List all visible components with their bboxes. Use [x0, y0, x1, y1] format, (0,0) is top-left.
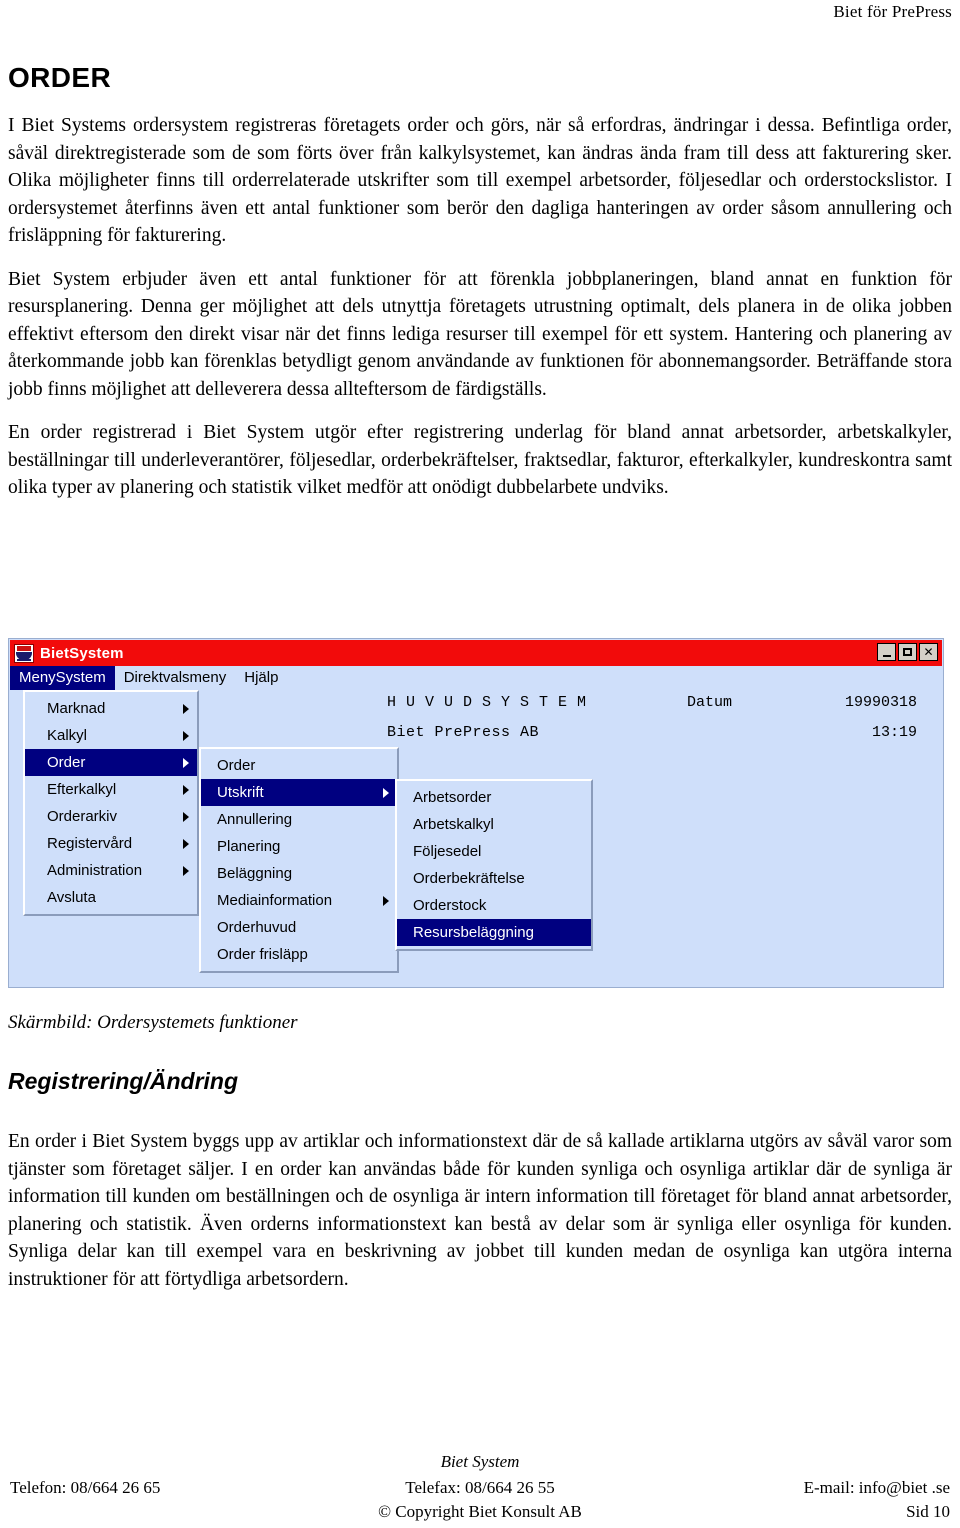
menu-item-label: Beläggning — [217, 865, 293, 882]
menu-item-label: Orderbekräftelse — [413, 870, 525, 887]
menu-item-order-sub[interactable]: Order — [201, 752, 397, 779]
menu-item-orderstock[interactable]: Orderstock — [397, 892, 591, 919]
menu-item-label: Registervård — [47, 835, 133, 852]
menu-item-belaggning[interactable]: Beläggning — [201, 860, 397, 887]
window-title: BietSystem — [40, 644, 124, 662]
menu-item-label: Utskrift — [217, 784, 264, 801]
running-header: Biet för PrePress — [833, 2, 952, 21]
footer-email: E-mail: info@biet .se — [803, 1478, 950, 1497]
menu-item-mediainformation[interactable]: Mediainformation — [201, 887, 397, 914]
section-title: Registrering/Ändring — [8, 1068, 239, 1094]
menu-item-label: Orderhuvud — [217, 919, 297, 936]
menu-item-registervard[interactable]: Registervård — [25, 830, 197, 857]
paragraph-3: En order registrerad i Biet System utgör… — [8, 422, 952, 498]
document-content-upper: ORDER I Biet Systems ordersystem registr… — [8, 62, 952, 518]
page-footer: Biet System Telefon: 08/664 26 65 Telefa… — [0, 1452, 960, 1528]
menu-item-arbetskalkyl[interactable]: Arbetskalkyl — [397, 811, 591, 838]
menu-item-order-frislapp[interactable]: Order frisläpp — [201, 941, 397, 968]
menu-item-label: Order — [47, 754, 86, 771]
minimize-button[interactable] — [877, 643, 896, 661]
client-info-area: H U V U D S Y S T E M Datum 19990318 Bie… — [387, 694, 935, 754]
figure-caption: Skärmbild: Ordersystemets funktioner — [8, 1012, 298, 1033]
client-company: Biet PrePress AB — [387, 724, 540, 741]
footer-brand: Biet System — [440, 1452, 520, 1471]
menu-item-arbetsorder[interactable]: Arbetsorder — [397, 784, 591, 811]
menu-item-label: Efterkalkyl — [47, 781, 117, 798]
footer-page-number: Sid 10 — [906, 1502, 950, 1521]
menu-item-label: Orderarkiv — [47, 808, 118, 825]
chevron-right-icon — [183, 730, 189, 741]
paragraph-4: En order i Biet System byggs upp av arti… — [8, 1131, 952, 1290]
menu-item-utskrift[interactable]: Utskrift — [201, 779, 397, 806]
menu-item-label: Följesedel — [413, 843, 482, 860]
menu-panel-level2: Order Utskrift Annullering Planering Bel… — [199, 747, 399, 973]
client-date-value: 19990318 — [844, 694, 917, 711]
menu-item-orderarkiv[interactable]: Orderarkiv — [25, 803, 197, 830]
page-title: ORDER — [8, 62, 112, 93]
menu-item-label: Planering — [217, 838, 281, 855]
menu-item-orderbekraftelse[interactable]: Orderbekräftelse — [397, 865, 591, 892]
client-heading: H U V U D S Y S T E M — [387, 694, 587, 711]
paragraph-1: I Biet Systems ordersystem registreras f… — [8, 115, 952, 246]
menu-item-marknad[interactable]: Marknad — [25, 695, 197, 722]
menu-item-label: Arbetskalkyl — [413, 816, 494, 833]
client-row-company: Biet PrePress AB 13:19 — [387, 724, 935, 754]
menu-item-label: Administration — [47, 862, 143, 879]
chevron-right-icon — [183, 838, 189, 849]
menu-item-efterkalkyl[interactable]: Efterkalkyl — [25, 776, 197, 803]
menu-panel-level1: Marknad Kalkyl Order Efterkalkyl Orderar… — [23, 690, 199, 916]
chevron-right-icon — [183, 784, 189, 795]
bietsystem-window: BietSystem ✕ MenySystem Direktvalsmeny H… — [8, 638, 944, 988]
menu-item-label: Orderstock — [413, 897, 487, 914]
footer-phone: Telefon: 08/664 26 65 — [10, 1478, 161, 1497]
footer-copyright: © Copyright Biet Konsult AB — [378, 1502, 582, 1521]
chevron-right-icon — [183, 865, 189, 876]
menu-item-label: Order — [217, 757, 256, 774]
menubar-item-hjalp[interactable]: Hjälp — [235, 666, 287, 690]
menubar-item-menysystem[interactable]: MenySystem — [10, 666, 115, 690]
menu-item-label: Resursbeläggning — [413, 924, 534, 941]
chevron-right-icon — [183, 703, 189, 714]
menu-item-foljesedel[interactable]: Följesedel — [397, 838, 591, 865]
chevron-right-icon — [183, 811, 189, 822]
menu-item-orderhuvud[interactable]: Orderhuvud — [201, 914, 397, 941]
document-content-lower: En order i Biet System byggs upp av arti… — [8, 1128, 952, 1309]
menu-item-label: Mediainformation — [217, 892, 333, 909]
window-titlebar: BietSystem ✕ — [10, 640, 942, 666]
menu-item-label: Avsluta — [47, 889, 96, 906]
menu-panel-level3: Arbetsorder Arbetskalkyl Följesedel Orde… — [395, 779, 593, 951]
close-button[interactable]: ✕ — [919, 643, 938, 661]
menu-item-resursbelaggning[interactable]: Resursbeläggning — [397, 919, 591, 946]
footer-fax: Telefax: 08/664 26 55 — [405, 1478, 555, 1497]
footer-row-contact: Telefon: 08/664 26 65 Telefax: 08/664 26… — [0, 1478, 960, 1498]
menu-item-label: Arbetsorder — [413, 789, 492, 806]
menu-item-label: Annullering — [217, 811, 293, 828]
menu-item-annullering[interactable]: Annullering — [201, 806, 397, 833]
client-time-value: 13:19 — [871, 724, 917, 741]
client-row-heading: H U V U D S Y S T E M Datum 19990318 — [387, 694, 935, 724]
chevron-right-icon — [383, 787, 389, 798]
menu-item-kalkyl[interactable]: Kalkyl — [25, 722, 197, 749]
footer-row-copyright: © Copyright Biet Konsult AB Sid 10 — [0, 1502, 960, 1522]
chevron-right-icon — [183, 757, 189, 768]
embedded-screenshot: BietSystem ✕ MenySystem Direktvalsmeny H… — [8, 638, 946, 990]
paragraph-2: Biet System erbjuder även ett antal funk… — [8, 268, 952, 400]
window-buttons: ✕ — [877, 643, 938, 661]
menu-item-order[interactable]: Order — [25, 749, 197, 776]
maximize-button[interactable] — [898, 643, 917, 661]
menu-item-planering[interactable]: Planering — [201, 833, 397, 860]
window-menubar: MenySystem Direktvalsmeny Hjälp — [10, 666, 942, 690]
client-date-label: Datum — [687, 694, 733, 711]
menu-item-label: Order frisläpp — [217, 946, 308, 963]
footer-spacer — [0, 1502, 320, 1522]
bietsystem-logo-icon — [14, 643, 34, 663]
chevron-right-icon — [383, 895, 389, 906]
menu-item-label: Kalkyl — [47, 727, 88, 744]
menu-item-label: Marknad — [47, 700, 106, 717]
menubar-item-direktvalsmeny[interactable]: Direktvalsmeny — [115, 666, 236, 690]
document-page: Biet för PrePress ORDER I Biet Systems o… — [0, 0, 960, 1528]
menu-item-avsluta[interactable]: Avsluta — [25, 884, 197, 911]
menu-item-administration[interactable]: Administration — [25, 857, 197, 884]
